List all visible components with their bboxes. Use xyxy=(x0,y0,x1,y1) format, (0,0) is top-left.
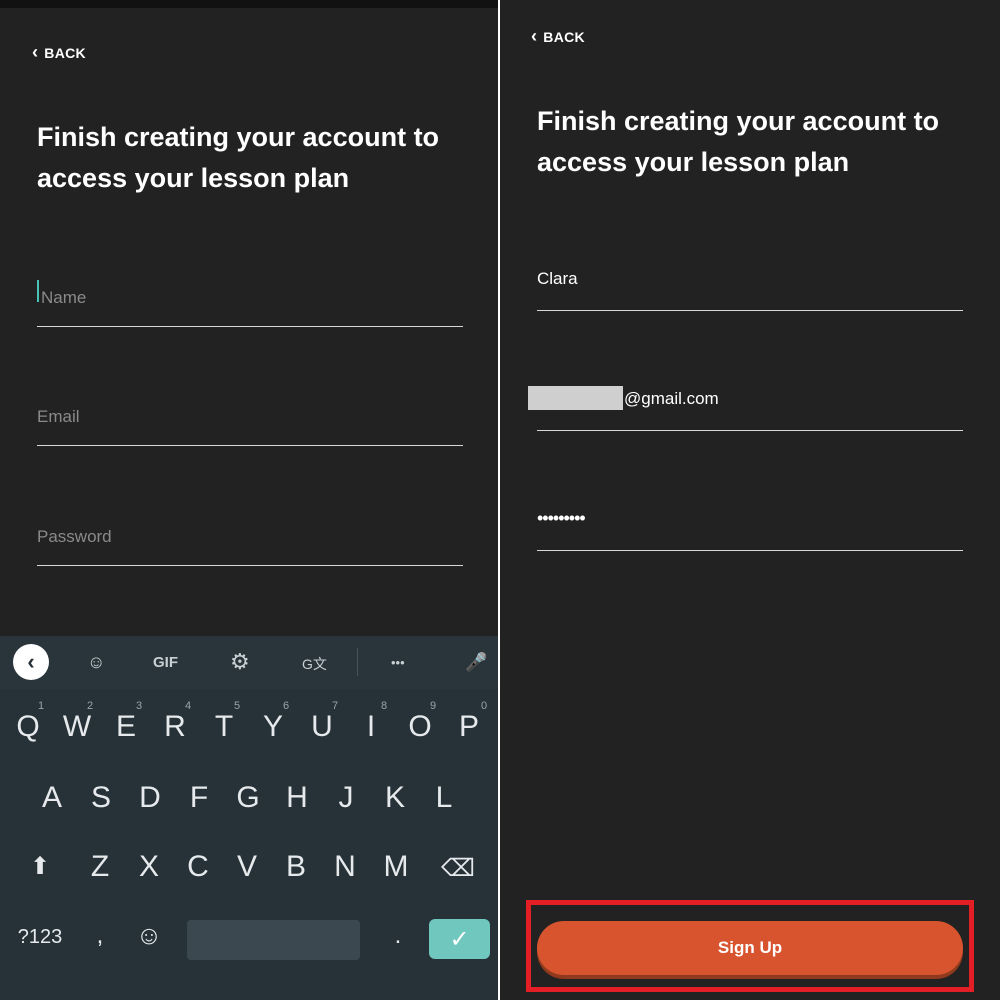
right-screen: ‹ BACK Finish creating your account to a… xyxy=(500,0,1000,1000)
key-o[interactable]: O xyxy=(400,710,440,744)
key-z[interactable]: Z xyxy=(80,850,120,884)
gear-icon[interactable]: ⚙ xyxy=(230,649,250,675)
key-u[interactable]: U xyxy=(302,710,342,744)
emoji-icon[interactable]: ☺ xyxy=(129,920,169,951)
key-s[interactable]: S xyxy=(81,781,121,815)
chevron-left-icon: ‹ xyxy=(32,41,39,62)
key-x[interactable]: X xyxy=(129,850,169,884)
shift-icon[interactable]: ⬆ xyxy=(20,852,60,881)
key-p[interactable]: P xyxy=(449,710,489,744)
key-k[interactable]: K xyxy=(375,781,415,815)
key-hint: 1 xyxy=(38,700,45,712)
key-i[interactable]: I xyxy=(351,710,391,744)
more-icon[interactable]: ••• xyxy=(391,655,405,670)
key-d[interactable]: D xyxy=(130,781,170,815)
key-q[interactable]: Q xyxy=(8,710,48,744)
status-bar xyxy=(0,0,498,8)
page-title: Finish creating your account to access y… xyxy=(537,106,940,177)
backspace-icon[interactable]: ⌫ xyxy=(438,854,478,883)
microphone-icon[interactable]: 🎤 xyxy=(465,652,487,673)
email-value[interactable]: @gmail.com xyxy=(624,389,719,409)
key-hint: 5 xyxy=(234,700,241,712)
key-f[interactable]: F xyxy=(179,781,219,815)
chevron-left-icon: ‹ xyxy=(531,25,538,46)
highlight-outline xyxy=(526,900,974,992)
key-w[interactable]: W xyxy=(57,710,97,744)
comma-key[interactable]: , xyxy=(80,922,120,950)
key-hint: 7 xyxy=(332,700,339,712)
key-hint: 3 xyxy=(136,700,143,712)
translate-icon[interactable]: G文 xyxy=(302,654,327,674)
sticker-icon[interactable]: ☺ xyxy=(87,652,105,673)
password-input[interactable] xyxy=(37,527,463,547)
key-c[interactable]: C xyxy=(178,850,218,884)
name-field[interactable]: Clara xyxy=(537,269,963,311)
key-e[interactable]: E xyxy=(106,710,146,744)
on-screen-keyboard: ‹ ☺ GIF ⚙ G文 ••• 🎤 Q W E R T Y U I O P 1… xyxy=(0,636,498,1000)
password-field[interactable]: ••••••••• xyxy=(537,508,963,551)
key-g[interactable]: G xyxy=(228,781,268,815)
key-b[interactable]: B xyxy=(276,850,316,884)
name-input[interactable] xyxy=(37,288,467,308)
password-field[interactable] xyxy=(37,527,463,566)
key-hint: 6 xyxy=(283,700,290,712)
gif-icon[interactable]: GIF xyxy=(153,654,178,671)
spacebar[interactable] xyxy=(187,920,360,960)
email-input[interactable] xyxy=(37,407,463,427)
left-screen: ‹ BACK Finish creating your account to a… xyxy=(0,0,498,1000)
key-hint: 4 xyxy=(185,700,192,712)
key-t[interactable]: T xyxy=(204,710,244,744)
period-key[interactable]: . xyxy=(378,922,418,950)
key-v[interactable]: V xyxy=(227,850,267,884)
key-r[interactable]: R xyxy=(155,710,195,744)
password-value[interactable]: ••••••••• xyxy=(537,508,586,529)
key-h[interactable]: H xyxy=(277,781,317,815)
toolbar-divider xyxy=(357,648,358,676)
back-button[interactable]: ‹ BACK xyxy=(531,25,585,46)
key-hint: 8 xyxy=(381,700,388,712)
collapse-keyboard-icon[interactable]: ‹ xyxy=(13,644,49,680)
name-field[interactable] xyxy=(37,280,467,327)
page-title: Finish creating your account to access y… xyxy=(37,122,440,193)
key-m[interactable]: M xyxy=(376,850,416,884)
key-y[interactable]: Y xyxy=(253,710,293,744)
keyboard-toolbar: ‹ ☺ GIF ⚙ G文 ••• 🎤 xyxy=(0,636,498,689)
key-n[interactable]: N xyxy=(325,850,365,884)
back-label: BACK xyxy=(44,45,86,61)
symbols-key[interactable]: ?123 xyxy=(10,926,70,949)
key-l[interactable]: L xyxy=(424,781,464,815)
key-hint: 9 xyxy=(430,700,437,712)
key-a[interactable]: A xyxy=(32,781,72,815)
name-value[interactable]: Clara xyxy=(537,269,578,289)
email-field[interactable] xyxy=(37,407,463,446)
enter-check-icon[interactable]: ✓ xyxy=(429,919,490,959)
key-hint: 2 xyxy=(87,700,94,712)
back-button[interactable]: ‹ BACK xyxy=(32,41,86,62)
redacted-email-block xyxy=(528,386,623,410)
key-hint: 0 xyxy=(481,700,488,712)
key-j[interactable]: J xyxy=(326,781,366,815)
back-label: BACK xyxy=(543,29,585,45)
